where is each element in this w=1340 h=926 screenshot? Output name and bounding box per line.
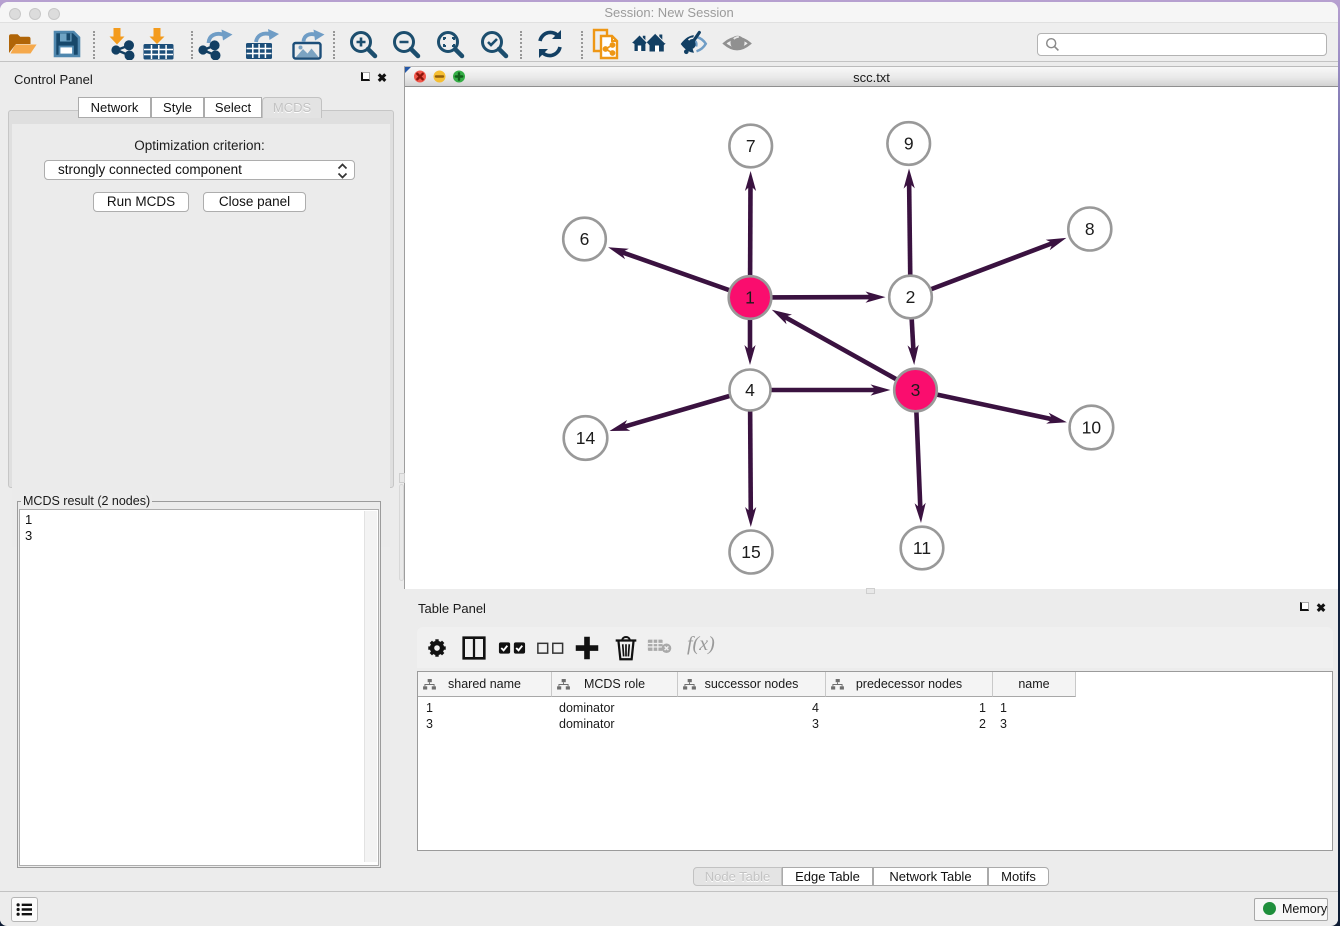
svg-text:7: 7 — [746, 136, 756, 156]
svg-text:11: 11 — [913, 538, 931, 558]
svg-text:4: 4 — [745, 380, 755, 400]
svg-text:3: 3 — [911, 380, 921, 400]
svg-text:9: 9 — [904, 134, 914, 154]
svg-text:15: 15 — [741, 542, 760, 562]
svg-text:14: 14 — [576, 428, 596, 448]
svg-text:6: 6 — [580, 229, 590, 249]
svg-text:10: 10 — [1082, 418, 1102, 438]
svg-text:1: 1 — [745, 288, 755, 308]
svg-text:2: 2 — [906, 287, 916, 307]
svg-text:8: 8 — [1085, 219, 1095, 239]
